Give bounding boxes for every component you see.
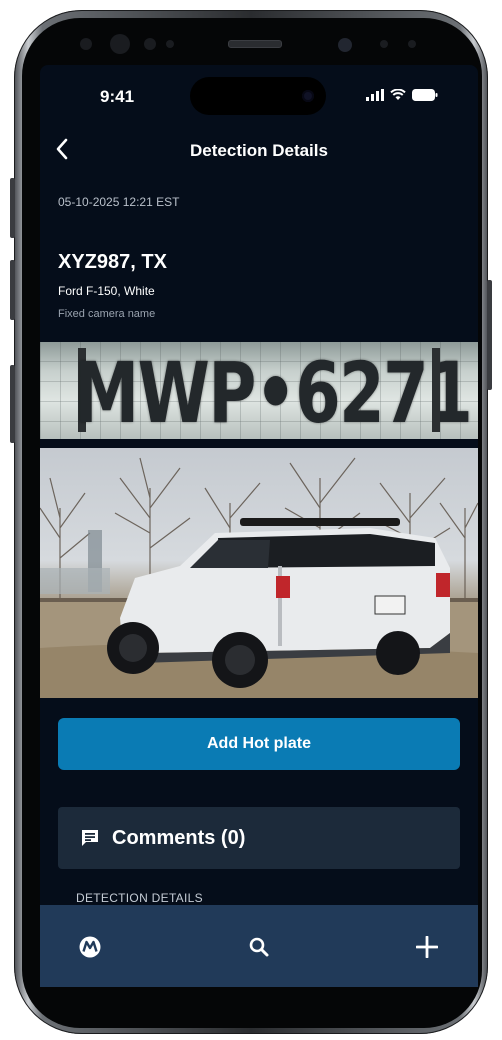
page-title: Detection Details [190,141,328,160]
app-screen: 9:41 Detection Details 05-10-2025 12:21 … [40,65,478,987]
comment-icon [82,830,98,846]
motorola-logo-icon [79,936,101,958]
wifi-icon [390,89,406,100]
top-hardware [70,28,430,64]
action-button [10,178,15,238]
nav-add-button[interactable] [407,927,447,967]
battery-icon [412,89,438,101]
add-hot-plate-button[interactable]: Add Hot plate [58,718,460,770]
vehicle-description: Ford F-150, White [58,284,155,298]
plus-icon [416,936,438,958]
camera-name: Fixed camera name [58,308,156,320]
volume-up-button [10,260,15,320]
nav-home-button[interactable] [70,927,110,967]
vehicle-photo-illustration [40,457,478,698]
plate-crop-image[interactable]: MWP•6271 [40,342,478,439]
status-icons [366,89,438,101]
vehicle-photo[interactable] [40,448,478,698]
earpiece-speaker [228,40,282,48]
volume-down-button [10,365,15,443]
bottom-navigation [40,905,478,987]
power-button [487,280,492,390]
nav-search-button[interactable] [239,927,279,967]
comments-card[interactable]: Comments (0) [58,807,460,869]
signal-icon [366,89,384,101]
detection-timestamp: 05-10-2025 12:21 EST [58,195,180,209]
plate-number: XYZ987, TX [58,251,167,273]
plate-crop-text: MWP•6271 [74,344,473,439]
dynamic-island [190,77,326,115]
detection-details-section-label: DETECTION DETAILS [76,891,203,905]
status-time: 9:41 [100,87,135,106]
comments-label: Comments (0) [112,826,246,849]
search-icon [249,937,269,957]
